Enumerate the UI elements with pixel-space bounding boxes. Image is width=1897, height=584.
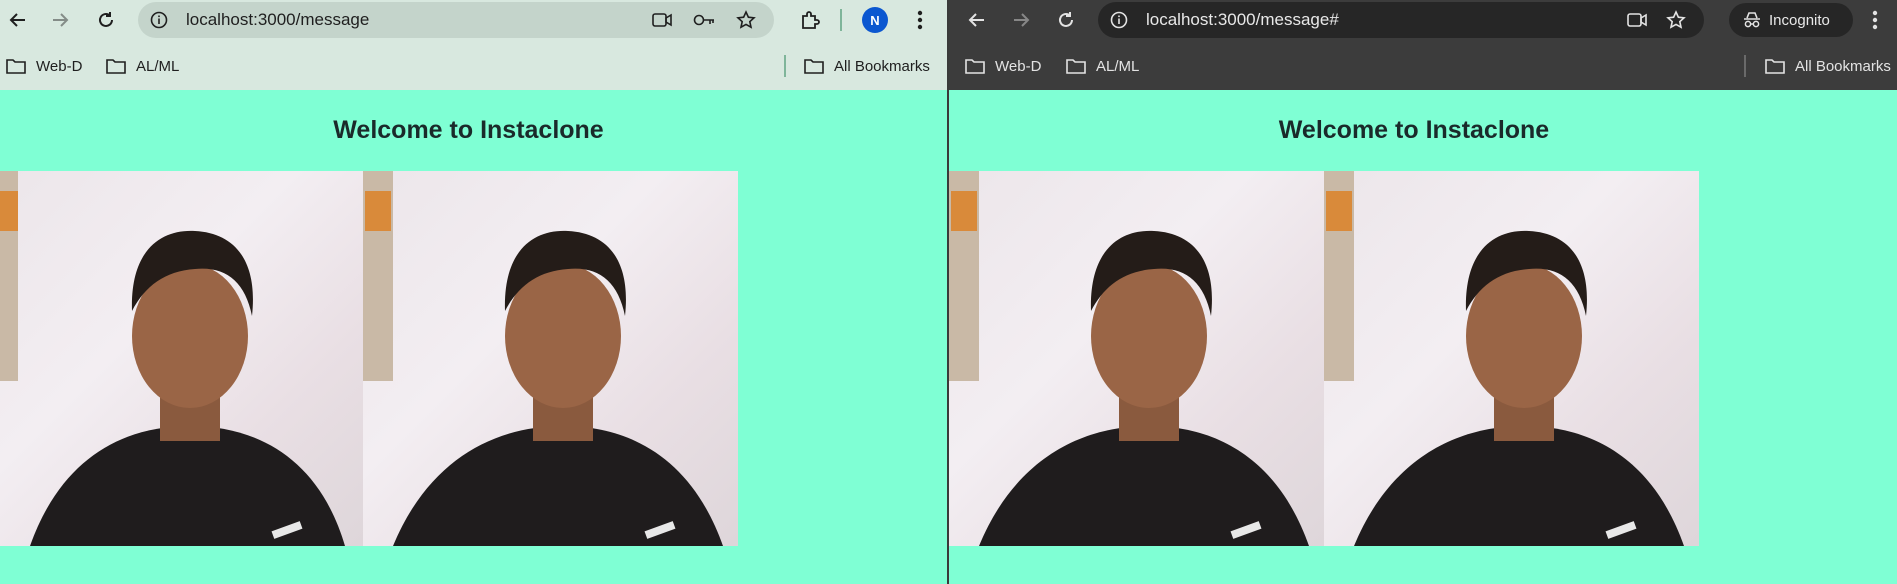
address-bar[interactable]: localhost:3000/message: [138, 2, 774, 38]
profile-photo: [1324, 171, 1699, 546]
camera-icon[interactable]: [650, 8, 674, 32]
folder-icon: [106, 59, 126, 74]
bookmark-folder-web-d[interactable]: Web-D: [6, 56, 82, 76]
bookmark-label: AL/ML: [136, 57, 180, 75]
profile-photo: [0, 171, 363, 546]
photo-row: [0, 171, 738, 546]
folder-icon: [965, 59, 985, 74]
back-arrow-icon[interactable]: [963, 6, 991, 34]
bookmark-label: Web-D: [36, 57, 83, 75]
browser-toolbar: localhost:3000/message# Incognito: [949, 0, 1897, 40]
profile-photo: [949, 171, 1324, 546]
bookmark-folder-al-ml[interactable]: AL/ML: [1066, 56, 1139, 76]
url-text[interactable]: localhost:3000/message: [186, 2, 369, 38]
page-content: Welcome to Instaclone: [0, 90, 947, 584]
profile-initial: N: [870, 12, 880, 28]
site-info-icon[interactable]: [1106, 7, 1132, 33]
page-heading: Welcome to Instaclone: [1278, 116, 1550, 144]
all-bookmarks-label: All Bookmarks: [1795, 57, 1891, 75]
bookmark-folder-al-ml[interactable]: AL/ML: [106, 56, 179, 76]
menu-dots-icon[interactable]: [908, 6, 932, 34]
incognito-icon: [1743, 12, 1761, 28]
profile-photo: [363, 171, 738, 546]
folder-icon: [1066, 59, 1086, 74]
browser-window-normal: localhost:3000/message N Web-D AL/ML All…: [0, 0, 947, 584]
reload-icon[interactable]: [92, 6, 120, 34]
star-icon[interactable]: [1664, 8, 1688, 32]
folder-icon: [6, 59, 26, 74]
folder-icon: [1765, 59, 1785, 74]
site-info-icon[interactable]: [146, 7, 172, 33]
key-icon[interactable]: [691, 8, 717, 32]
bookmarks-bar: Web-D AL/ML All Bookmarks: [949, 40, 1897, 90]
url-text[interactable]: localhost:3000/message#: [1146, 2, 1339, 38]
page-content: Welcome to Instaclone: [949, 90, 1897, 584]
all-bookmarks-label: All Bookmarks: [834, 57, 930, 75]
bookmark-folder-web-d[interactable]: Web-D: [965, 56, 1041, 76]
extensions-icon[interactable]: [796, 6, 824, 34]
forward-arrow-icon[interactable]: [46, 6, 74, 34]
incognito-indicator[interactable]: Incognito: [1729, 3, 1853, 37]
photo-row: [949, 171, 1699, 546]
all-bookmarks-button[interactable]: All Bookmarks: [804, 56, 930, 76]
page-heading: Welcome to Instaclone: [333, 116, 604, 144]
reload-icon[interactable]: [1052, 6, 1080, 34]
browser-window-incognito: localhost:3000/message# Incognito Web-D …: [949, 0, 1897, 584]
bookmark-label: Web-D: [995, 57, 1042, 75]
menu-dots-icon[interactable]: [1863, 6, 1887, 34]
bookmarks-separator: [784, 55, 786, 77]
toolbar-separator: [840, 9, 842, 31]
bookmark-label: AL/ML: [1096, 57, 1140, 75]
camera-icon[interactable]: [1625, 8, 1649, 32]
bookmarks-bar: Web-D AL/ML All Bookmarks: [0, 40, 947, 90]
profile-avatar-icon[interactable]: N: [862, 7, 888, 33]
address-bar[interactable]: localhost:3000/message#: [1098, 2, 1704, 38]
forward-arrow-icon[interactable]: [1007, 6, 1035, 34]
star-icon[interactable]: [734, 8, 758, 32]
back-arrow-icon[interactable]: [4, 6, 32, 34]
incognito-label: Incognito: [1769, 11, 1830, 29]
all-bookmarks-button[interactable]: All Bookmarks: [1765, 56, 1891, 76]
folder-icon: [804, 59, 824, 74]
bookmarks-separator: [1744, 55, 1746, 77]
browser-toolbar: localhost:3000/message N: [0, 0, 947, 40]
